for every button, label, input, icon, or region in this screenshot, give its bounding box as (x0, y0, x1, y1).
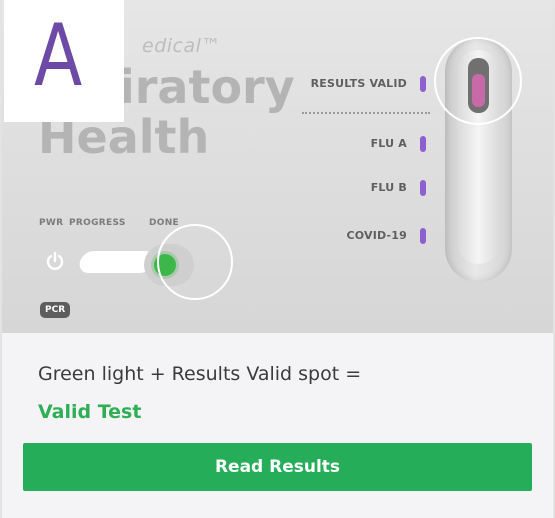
done-highlight-ring (157, 224, 233, 300)
device-image: edical™ piratory Health A PWR PROGRESS D… (2, 0, 553, 333)
step-label: A (34, 6, 83, 106)
indicator-done-label: DONE (149, 218, 180, 228)
result-label-flu-a: FLU A (370, 137, 407, 150)
read-results-button[interactable]: Read Results (23, 443, 532, 491)
caption-area: Green light + Results Valid spot = Valid… (2, 333, 553, 518)
power-icon (46, 251, 64, 270)
results-divider (302, 112, 430, 114)
result-label-flu-b: FLU B (370, 181, 407, 194)
device-brand: edical™ (142, 35, 221, 57)
instruction-text: Green light + Results Valid spot = (38, 363, 362, 385)
step-label-box: A (4, 0, 124, 122)
result-indicator-flu-a (420, 136, 426, 152)
indicator-pwr-label: PWR (39, 218, 64, 228)
indicator-progress-label: PROGRESS (69, 218, 126, 228)
pcr-badge: PCR (40, 302, 71, 318)
valid-spot-highlight-ring (434, 37, 522, 125)
result-indicator-covid (420, 228, 426, 244)
result-label-covid: COVID-19 (346, 229, 407, 242)
result-indicator-valid (420, 76, 426, 92)
valid-test-text: Valid Test (38, 401, 142, 423)
result-indicator-flu-b (420, 180, 426, 196)
result-label-valid: RESULTS VALID (310, 77, 407, 90)
